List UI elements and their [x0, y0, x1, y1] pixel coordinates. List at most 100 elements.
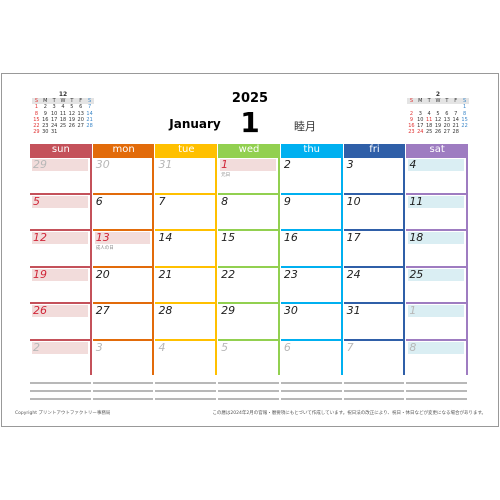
- day-number: 3: [346, 158, 354, 171]
- day-number: 1: [408, 305, 465, 317]
- disclaimer-text: この暦は2024年2月の官報・暦要項にもとづいて作成しています。祝日法の改正によ…: [212, 411, 486, 416]
- day-cell[interactable]: 22: [218, 265, 280, 302]
- day-cell[interactable]: 6: [92, 192, 155, 229]
- day-cell[interactable]: 18: [406, 229, 469, 266]
- mini-day: 25: [425, 129, 433, 136]
- day-number: 27: [95, 304, 110, 317]
- mini-day: 31: [50, 129, 58, 136]
- memo-line-segment: [218, 382, 279, 390]
- day-cell[interactable]: 28: [155, 302, 218, 339]
- mini-calendar-title: 2: [435, 91, 441, 98]
- day-cell[interactable]: 7: [343, 338, 406, 375]
- day-cell[interactable]: 2: [280, 156, 343, 193]
- day-cell[interactable]: 1 元日: [218, 156, 280, 193]
- day-cell[interactable]: 25: [406, 265, 469, 302]
- day-cell[interactable]: 6: [280, 338, 343, 375]
- memo-line-segment: [30, 398, 91, 406]
- mini-day: 30: [42, 129, 49, 136]
- day-cell[interactable]: 2: [30, 338, 92, 375]
- mini-day: [76, 129, 85, 135]
- day-cell[interactable]: 3: [92, 338, 155, 375]
- day-cell[interactable]: 31: [155, 156, 218, 193]
- day-cell[interactable]: 31: [343, 302, 406, 339]
- day-number: 31: [158, 158, 173, 171]
- month-name-english: January: [169, 117, 221, 131]
- day-cell[interactable]: 8: [406, 338, 469, 375]
- day-number: 1: [220, 159, 276, 171]
- day-cell[interactable]: 1: [406, 302, 469, 339]
- memo-lines: [30, 382, 469, 406]
- day-cell[interactable]: 27: [92, 302, 155, 339]
- day-cell[interactable]: 14: [155, 229, 218, 266]
- week-row: 29 30 31 1 元日 2 3 4: [30, 156, 469, 193]
- day-cell[interactable]: 10: [343, 192, 406, 229]
- day-cell[interactable]: 19: [30, 265, 92, 302]
- day-cell[interactable]: 13 成人の日: [92, 229, 155, 266]
- memo-line-segment: [343, 390, 405, 398]
- day-number: 2: [283, 158, 291, 171]
- mini-day: 27: [443, 129, 451, 136]
- day-cell[interactable]: 8: [218, 192, 280, 229]
- day-cell[interactable]: 23: [280, 265, 343, 302]
- mini-calendar-next-month: 2 S M T W T F S 1 2 3 4 5 6 7 8 9 10 11 12 13 14 15 16 17 18 19 20 2…: [407, 91, 469, 136]
- day-cell[interactable]: 30: [92, 156, 155, 193]
- memo-line-segment: [406, 390, 468, 398]
- day-number: 3: [95, 340, 103, 354]
- day-cell[interactable]: 5: [30, 192, 92, 229]
- memo-line-segment: [218, 390, 279, 398]
- day-number: 30: [95, 158, 110, 171]
- memo-line-segment: [343, 398, 405, 406]
- memo-line: [30, 398, 469, 406]
- day-cell[interactable]: 5: [218, 338, 280, 375]
- day-cell[interactable]: 7: [155, 192, 218, 229]
- day-cell[interactable]: 24: [343, 265, 406, 302]
- day-cell[interactable]: 9: [280, 192, 343, 229]
- day-cell[interactable]: 12: [30, 229, 92, 266]
- day-cell[interactable]: 16: [280, 229, 343, 266]
- day-number: 31: [346, 304, 361, 317]
- mini-day: 26: [434, 129, 442, 136]
- day-number: 7: [158, 194, 166, 208]
- day-cell[interactable]: 11: [406, 192, 469, 229]
- day-number: 28: [158, 304, 173, 317]
- mini-day: [460, 129, 469, 135]
- holiday-name: 元日: [221, 173, 231, 178]
- memo-line: [30, 382, 469, 390]
- memo-line-segment: [155, 398, 217, 406]
- day-number: 8: [221, 194, 229, 208]
- week-row: 23 4 5 6 7 8: [30, 338, 469, 375]
- day-number: 11: [408, 195, 465, 208]
- day-number: 10: [346, 194, 361, 208]
- month-name-japanese: 睦月: [294, 120, 316, 133]
- day-number: 26: [32, 305, 88, 317]
- day-cell[interactable]: 17: [343, 229, 406, 266]
- memo-line-segment: [280, 390, 342, 398]
- day-number: 8: [408, 341, 465, 354]
- mini-day: [67, 129, 76, 135]
- day-cell[interactable]: 20: [92, 265, 155, 302]
- mini-day: [59, 129, 68, 135]
- day-cell[interactable]: 29: [30, 156, 92, 193]
- memo-line-segment: [218, 398, 279, 406]
- day-number: 17: [346, 231, 361, 244]
- day-cell[interactable]: 15: [218, 229, 280, 266]
- day-cell[interactable]: 21: [155, 265, 218, 302]
- memo-line-segment: [406, 382, 468, 390]
- memo-line-segment: [30, 382, 91, 390]
- day-number: 24: [346, 267, 361, 281]
- day-cell[interactable]: 4: [406, 156, 469, 193]
- month-number: 1: [240, 106, 260, 139]
- day-cell[interactable]: 3: [343, 156, 406, 193]
- day-cell[interactable]: 30: [280, 302, 343, 339]
- week-row: 12 13 成人の日 14 15 16 17 18: [30, 229, 469, 266]
- day-number: 20: [95, 267, 110, 281]
- mini-day: 24: [417, 129, 424, 136]
- weekday-header-row: sun mon tue wed thu fri sat: [30, 144, 469, 156]
- day-cell[interactable]: 29: [218, 302, 280, 339]
- day-cell[interactable]: 26: [30, 302, 92, 339]
- day-cell[interactable]: 4: [155, 338, 218, 375]
- memo-line-segment: [280, 398, 342, 406]
- memo-line-segment: [155, 382, 217, 390]
- day-number: 9: [283, 194, 291, 208]
- day-number: 13: [94, 232, 151, 244]
